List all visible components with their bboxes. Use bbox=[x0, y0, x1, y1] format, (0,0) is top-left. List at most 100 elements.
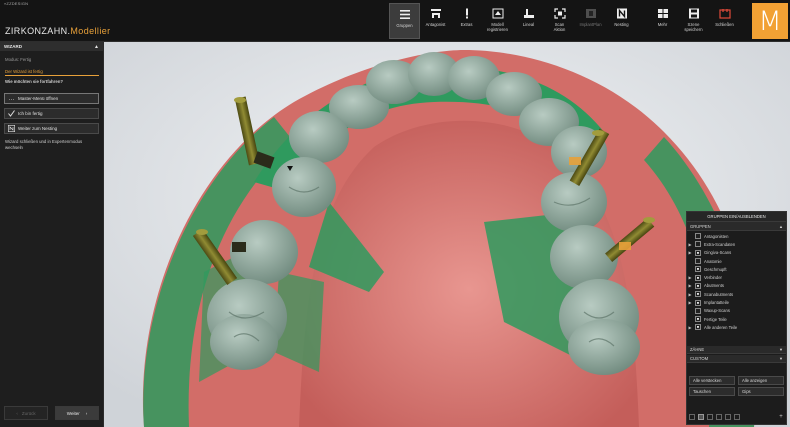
group-checkbox[interactable]: ■ bbox=[695, 282, 701, 289]
groups-section-header[interactable]: GRUPPEN ▲ bbox=[687, 222, 786, 231]
group-checkbox[interactable]: ■ bbox=[695, 316, 701, 323]
antagonist-button[interactable]: Antagonist bbox=[420, 3, 451, 39]
gips-button[interactable]: Gips bbox=[738, 387, 784, 396]
group-row[interactable]: ■ Geschmupft bbox=[687, 265, 786, 273]
save-scene-button[interactable]: Szene speichern bbox=[678, 3, 709, 39]
window-label: »ZZDESIGN bbox=[4, 1, 29, 6]
group-row[interactable]: ▶ ■ Scanabutments bbox=[687, 290, 786, 298]
register-model-button[interactable]: Modell registrieren bbox=[482, 3, 513, 39]
group-checkbox[interactable] bbox=[695, 233, 701, 240]
collapse-icon: ▲ bbox=[779, 223, 783, 229]
view-mode-1-icon[interactable] bbox=[689, 414, 695, 420]
group-row[interactable]: ▶ ■ Abutments bbox=[687, 282, 786, 290]
group-row[interactable]: ▶ ■ Gingiva-Scans bbox=[687, 249, 786, 257]
expand-arrow-icon[interactable]: ▶ bbox=[687, 250, 693, 255]
hide-all-button[interactable]: Alle verstecken bbox=[689, 376, 735, 385]
group-label: Geschmupft bbox=[704, 266, 727, 272]
view-mode-6-icon[interactable] bbox=[734, 414, 740, 420]
brand-sub: Modellier bbox=[70, 26, 111, 36]
expand-arrow-icon[interactable]: ▶ bbox=[687, 292, 693, 297]
extras-label: Extras bbox=[460, 22, 473, 27]
group-row[interactable]: ■ Fertige Teile bbox=[687, 315, 786, 323]
group-checkbox[interactable]: ■ bbox=[695, 291, 701, 298]
group-row[interactable]: Antagonisten bbox=[687, 232, 786, 240]
group-row[interactable]: Anatomie bbox=[687, 257, 786, 265]
antagonist-label: Antagonist bbox=[425, 22, 446, 27]
add-icon[interactable]: + bbox=[778, 414, 784, 420]
expand-arrow-icon[interactable]: ▶ bbox=[687, 275, 693, 280]
nesting-label: Nesting bbox=[614, 22, 629, 27]
group-row[interactable]: ▶ Extra-Scandaten bbox=[687, 240, 786, 248]
wizard-status: Der Wizard ist fertig bbox=[5, 69, 99, 76]
zirkonzahn-logo: M bbox=[752, 3, 788, 39]
implant-plan-button[interactable]: ImplantPlan bbox=[575, 3, 606, 39]
group-label: Alle anderen Teile bbox=[704, 324, 738, 330]
close-window-icon bbox=[718, 9, 731, 19]
more-icon bbox=[657, 9, 668, 18]
more-button[interactable]: Mehr bbox=[647, 3, 678, 39]
group-checkbox[interactable] bbox=[695, 241, 701, 248]
group-checkbox[interactable]: ■ bbox=[695, 299, 701, 306]
group-row[interactable]: ▶ ■ Implantatteile bbox=[687, 298, 786, 306]
show-all-button[interactable]: Alle anzeigen bbox=[738, 376, 784, 385]
wizard-note: Wizard schließen und in Expertenmodus we… bbox=[5, 139, 83, 150]
groups-section-label: GRUPPEN bbox=[690, 223, 711, 229]
app-brand: ZIRKONZAHN.Modellier bbox=[5, 26, 111, 36]
chevron-left-icon: ‹ bbox=[16, 410, 18, 416]
next-button[interactable]: Weiter › bbox=[55, 406, 99, 420]
ellipsis-icon: … bbox=[8, 95, 15, 102]
groups-list: Antagonisten ▶ Extra-Scandaten ▶ ■ Gingiva-Sc… bbox=[687, 231, 786, 332]
right-toolbar: Mehr Szene speichern Schließen bbox=[647, 3, 740, 39]
wizard-header[interactable]: WIZARD ▲ bbox=[0, 42, 103, 51]
group-label: Scanabutments bbox=[704, 291, 734, 297]
continue-nesting-label: Weiter zum Nesting bbox=[18, 126, 58, 131]
group-checkbox[interactable]: ■ bbox=[695, 249, 701, 256]
implant-plan-icon bbox=[585, 9, 596, 18]
group-row[interactable]: ▶ ■ Alle anderen Teile bbox=[687, 323, 786, 331]
invert-button[interactable]: Tauschen bbox=[689, 387, 735, 396]
wizard-panel: WIZARD ▲ Modus: Fertig Der Wizard ist fe… bbox=[0, 42, 104, 427]
save-scene-label: Szene speichern bbox=[684, 22, 703, 32]
group-label: Waxup-Scans bbox=[704, 308, 730, 314]
back-button[interactable]: ‹ Zurück bbox=[4, 406, 48, 420]
open-master-menu-button[interactable]: … Master-Menü öffnen bbox=[4, 93, 99, 104]
ruler-button[interactable]: Lineal bbox=[513, 3, 544, 39]
wizard-question: Wie möchten sie fortfahren? bbox=[5, 79, 63, 84]
group-checkbox[interactable] bbox=[695, 307, 701, 314]
open-master-menu-label: Master-Menü öffnen bbox=[18, 96, 59, 101]
view-mode-4-icon[interactable] bbox=[716, 414, 722, 420]
expand-arrow-icon[interactable]: ▶ bbox=[687, 325, 693, 330]
custom-section-label: CUSTOM bbox=[690, 356, 709, 361]
continue-nesting-button[interactable]: Weiter zum Nesting bbox=[4, 123, 99, 134]
group-checkbox[interactable]: ■ bbox=[695, 324, 701, 331]
group-checkbox[interactable]: ■ bbox=[695, 266, 701, 273]
nesting-button[interactable]: Nesting bbox=[606, 3, 637, 39]
view-mode-5-icon[interactable] bbox=[725, 414, 731, 420]
wizard-title: WIZARD bbox=[4, 44, 22, 49]
finish-button[interactable]: Ich bin fertig bbox=[4, 108, 99, 119]
wizard-mode: Modus: Fertig bbox=[5, 57, 32, 62]
close-window-button[interactable]: Schließen bbox=[709, 3, 740, 39]
register-model-icon bbox=[492, 8, 503, 19]
finish-label: Ich bin fertig bbox=[18, 111, 43, 116]
groups-button[interactable]: Gruppen bbox=[389, 3, 420, 39]
group-row[interactable]: ▶ ■ Verbinder bbox=[687, 273, 786, 281]
group-label: Anatomie bbox=[704, 258, 722, 264]
scan-action-button[interactable]: Scan Aktion bbox=[544, 3, 575, 39]
expand-arrow-icon[interactable]: ▶ bbox=[687, 242, 693, 247]
group-row[interactable]: Waxup-Scans bbox=[687, 307, 786, 315]
collapse-icon: ▲ bbox=[94, 43, 99, 50]
scan-action-label: Scan Aktion bbox=[553, 22, 566, 32]
teeth-section-header[interactable]: ZÄHNE ▼ bbox=[687, 346, 786, 354]
view-mode-3-icon[interactable] bbox=[707, 414, 713, 420]
expand-arrow-icon[interactable]: ▶ bbox=[687, 300, 693, 305]
group-checkbox[interactable]: ■ bbox=[695, 274, 701, 281]
group-checkbox[interactable] bbox=[695, 258, 701, 265]
expand-arrow-icon[interactable]: ▶ bbox=[687, 283, 693, 288]
teeth-section-label: ZÄHNE bbox=[690, 347, 705, 352]
view-mode-2-icon[interactable] bbox=[698, 414, 704, 420]
next-label: Weiter bbox=[66, 410, 80, 416]
extras-button[interactable]: Extras bbox=[451, 3, 482, 39]
groups-panel-title: GRUPPEN EIN/AUSBLENDEN bbox=[687, 212, 786, 222]
custom-section-header[interactable]: CUSTOM ▼ bbox=[687, 355, 786, 363]
